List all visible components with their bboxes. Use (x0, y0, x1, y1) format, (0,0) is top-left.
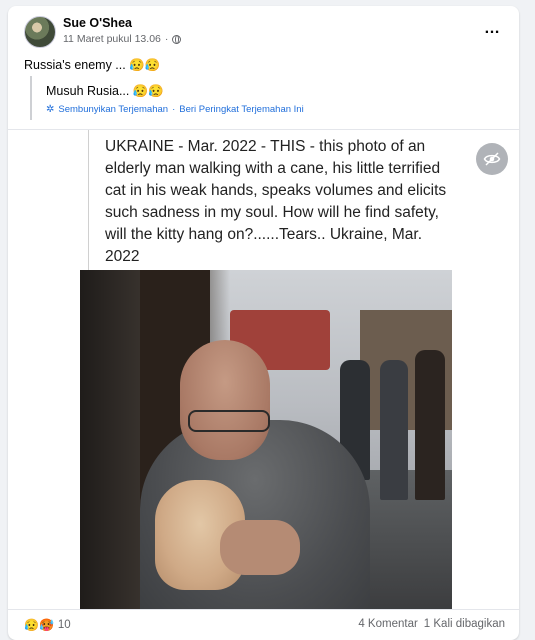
post-meta: 11 Maret pukul 13.06 · (63, 33, 182, 45)
globe-icon (172, 34, 182, 44)
post-text: Russia's enemy ... 😥😥 (24, 58, 161, 72)
photo-glasses (188, 410, 270, 432)
avatar[interactable] (24, 16, 56, 48)
timestamp[interactable]: 11 Maret pukul 13.06 (63, 33, 161, 45)
photo-hand (220, 520, 300, 575)
photo-bystander (415, 350, 445, 500)
more-options-icon[interactable]: … (484, 20, 501, 38)
gear-icon: ✲ (46, 104, 55, 115)
translation-text: Musuh Rusia... 😥😥 (46, 84, 164, 98)
post-header: Sue O'Shea 11 Maret pukul 13.06 · … (8, 6, 519, 52)
shared-image[interactable]: UKRAINE - Mar. 2022 - THIS - this photo … (8, 129, 519, 610)
image-caption: UKRAINE - Mar. 2022 - THIS - this photo … (105, 138, 447, 265)
translation-links: ✲ Sembunyikan Terjemahan · Beri Peringka… (46, 104, 304, 115)
post-stats: 4 Komentar 1 Kali dibagikan (358, 618, 505, 630)
meta-separator: · (164, 33, 169, 45)
post-footer: 😥🥵 10 4 Komentar 1 Kali dibagikan (8, 609, 519, 640)
photo-bystander (380, 360, 408, 500)
rate-translation-link[interactable]: Beri Peringkat Terjemahan Ini (179, 104, 303, 115)
photo-elderly-man-with-cat (80, 270, 452, 610)
post-card: Sue O'Shea 11 Maret pukul 13.06 · … Russ… (8, 6, 519, 640)
hide-image-button[interactable] (476, 143, 508, 175)
shares-count[interactable]: 1 Kali dibagikan (424, 618, 505, 630)
author-name[interactable]: Sue O'Shea (63, 16, 132, 30)
reaction-count: 10 (57, 619, 71, 631)
eye-slash-icon (483, 152, 501, 166)
reactions-summary[interactable]: 😥🥵 10 (24, 618, 71, 632)
photo-man-head (180, 340, 270, 460)
reaction-icons: 😥🥵 (24, 618, 54, 632)
hide-translation-link[interactable]: Sembunyikan Terjemahan (58, 104, 168, 115)
comments-count[interactable]: 4 Komentar (358, 618, 417, 630)
translation-block: Musuh Rusia... 😥😥 ✲ Sembunyikan Terjemah… (30, 76, 514, 120)
link-separator: · (172, 104, 176, 115)
